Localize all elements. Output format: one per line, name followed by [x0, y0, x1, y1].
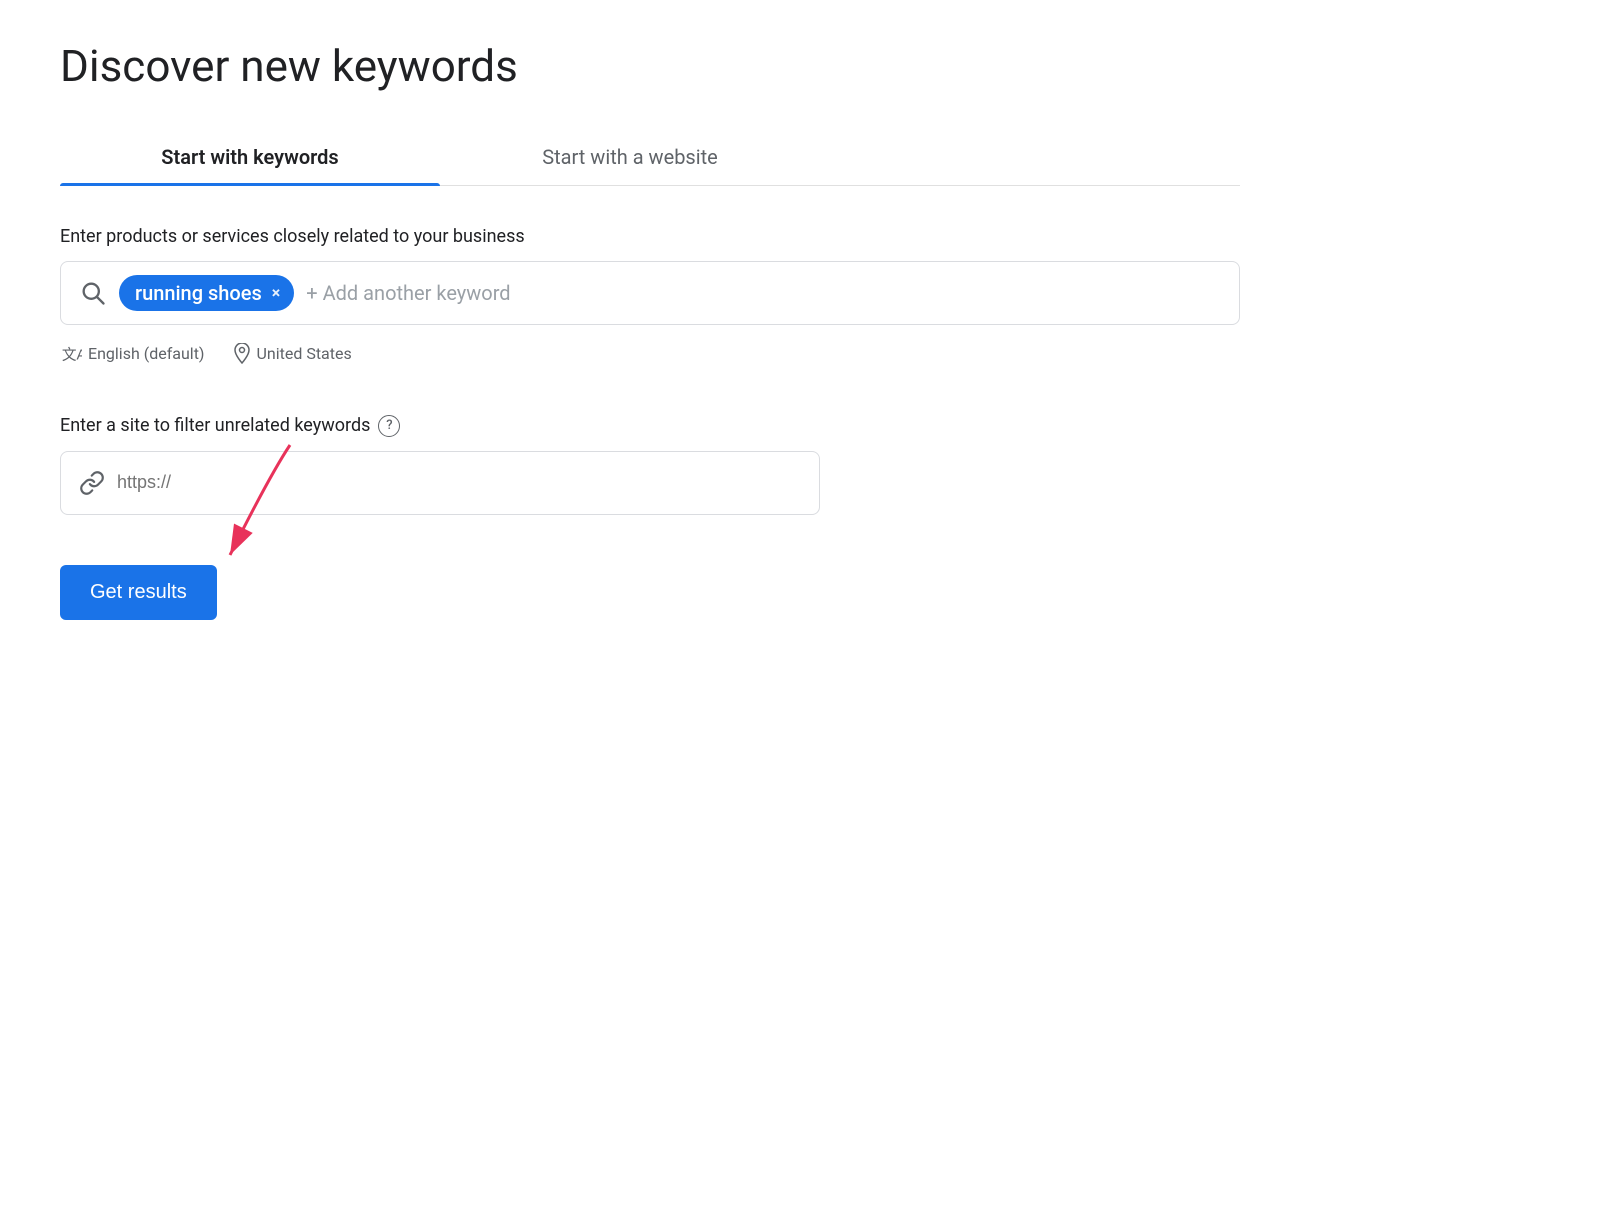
get-results-container: Get results [60, 565, 217, 620]
search-icon [79, 279, 107, 307]
keywords-section-label: Enter products or services closely relat… [60, 226, 1240, 247]
translate-icon: 文A [60, 343, 82, 365]
filter-label-text: Enter a site to filter unrelated keyword… [60, 415, 370, 436]
get-results-button[interactable]: Get results [60, 565, 217, 620]
tabs-container: Start with keywords Start with a website [60, 129, 1240, 186]
filter-help-icon[interactable]: ? [378, 415, 400, 437]
page-title: Discover new keywords [60, 40, 1240, 93]
lang-location-row: 文A English (default) United States [60, 343, 1240, 365]
tab-start-with-keywords[interactable]: Start with keywords [60, 129, 440, 185]
url-input-box [60, 451, 820, 515]
location-selector[interactable]: United States [233, 343, 352, 365]
location-label: United States [257, 344, 352, 363]
url-input[interactable] [117, 472, 801, 493]
filter-section-label: Enter a site to filter unrelated keyword… [60, 415, 1240, 437]
tab-website-label: Start with a website [542, 145, 718, 169]
language-label: English (default) [88, 344, 205, 363]
keyword-chip-close[interactable]: × [272, 283, 281, 302]
svg-text:文A: 文A [62, 346, 82, 363]
language-selector[interactable]: 文A English (default) [60, 343, 205, 365]
tab-start-with-website[interactable]: Start with a website [440, 129, 820, 185]
keyword-chip: running shoes × [119, 275, 294, 311]
link-icon [79, 470, 105, 496]
add-keyword-input[interactable]: + Add another keyword [306, 281, 510, 305]
keyword-chip-text: running shoes [135, 281, 262, 305]
keyword-search-box: running shoes × + Add another keyword [60, 261, 1240, 325]
tab-keywords-label: Start with keywords [161, 145, 338, 169]
location-icon [233, 343, 251, 365]
